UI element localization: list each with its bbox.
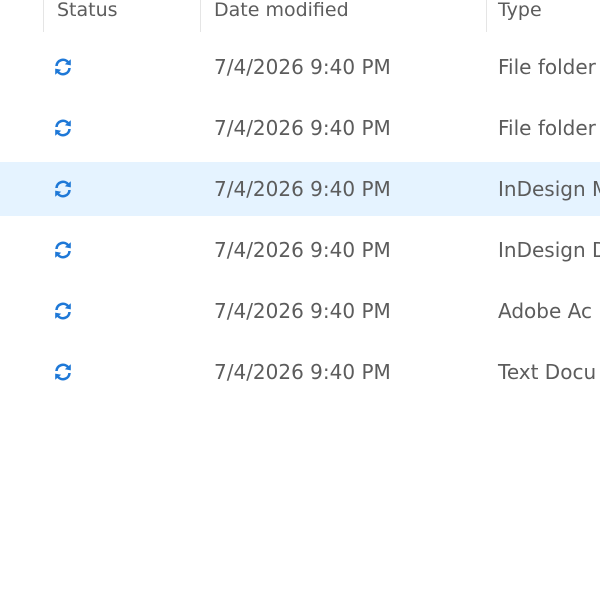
date-modified-cell: 7/4/2026 9:40 PM: [214, 360, 391, 384]
type-cell: File folder: [498, 55, 596, 79]
status-column-header[interactable]: Status: [45, 0, 198, 32]
sync-pending-icon: [55, 119, 71, 137]
file-rows: 7/4/2026 9:40 PM File folder 7/4/2026 9:…: [0, 40, 600, 406]
column-divider[interactable]: [43, 0, 44, 32]
sync-pending-icon: [55, 58, 71, 76]
type-cell: Text Docu: [498, 360, 597, 384]
sync-pending-icon: [55, 241, 71, 259]
file-row[interactable]: 7/4/2026 9:40 PM InDesign D: [0, 223, 600, 277]
status-cell: [52, 101, 76, 155]
sync-pending-icon: [55, 180, 71, 198]
sync-pending-icon: [55, 363, 71, 381]
date-modified-cell: 7/4/2026 9:40 PM: [214, 238, 391, 262]
status-cell: [52, 345, 76, 399]
date-modified-column-header[interactable]: Date modified: [200, 0, 484, 32]
file-row[interactable]: 7/4/2026 9:40 PM File folder: [0, 101, 600, 155]
type-column-header[interactable]: Type: [486, 0, 600, 32]
date-modified-cell: 7/4/2026 9:40 PM: [214, 299, 391, 323]
status-cell: [52, 162, 76, 216]
file-row[interactable]: 7/4/2026 9:40 PM Text Docu: [0, 345, 600, 399]
date-modified-cell: 7/4/2026 9:40 PM: [214, 177, 391, 201]
status-cell: [52, 40, 76, 94]
file-row[interactable]: 7/4/2026 9:40 PM InDesign M: [0, 162, 600, 216]
status-cell: [52, 223, 76, 277]
type-cell: File folder: [498, 116, 596, 140]
file-row[interactable]: 7/4/2026 9:40 PM File folder: [0, 40, 600, 94]
type-cell: InDesign D: [498, 238, 600, 262]
status-cell: [52, 284, 76, 338]
date-modified-cell: 7/4/2026 9:40 PM: [214, 55, 391, 79]
sync-pending-icon: [55, 302, 71, 320]
date-modified-cell: 7/4/2026 9:40 PM: [214, 116, 391, 140]
type-cell: Adobe Ac: [498, 299, 592, 323]
file-list-view: Status Date modified Type 7/4/2026 9:40 …: [0, 0, 600, 600]
column-header-bar: Status Date modified Type: [0, 0, 600, 32]
file-row[interactable]: 7/4/2026 9:40 PM Adobe Ac: [0, 284, 600, 338]
type-cell: InDesign M: [498, 177, 600, 201]
